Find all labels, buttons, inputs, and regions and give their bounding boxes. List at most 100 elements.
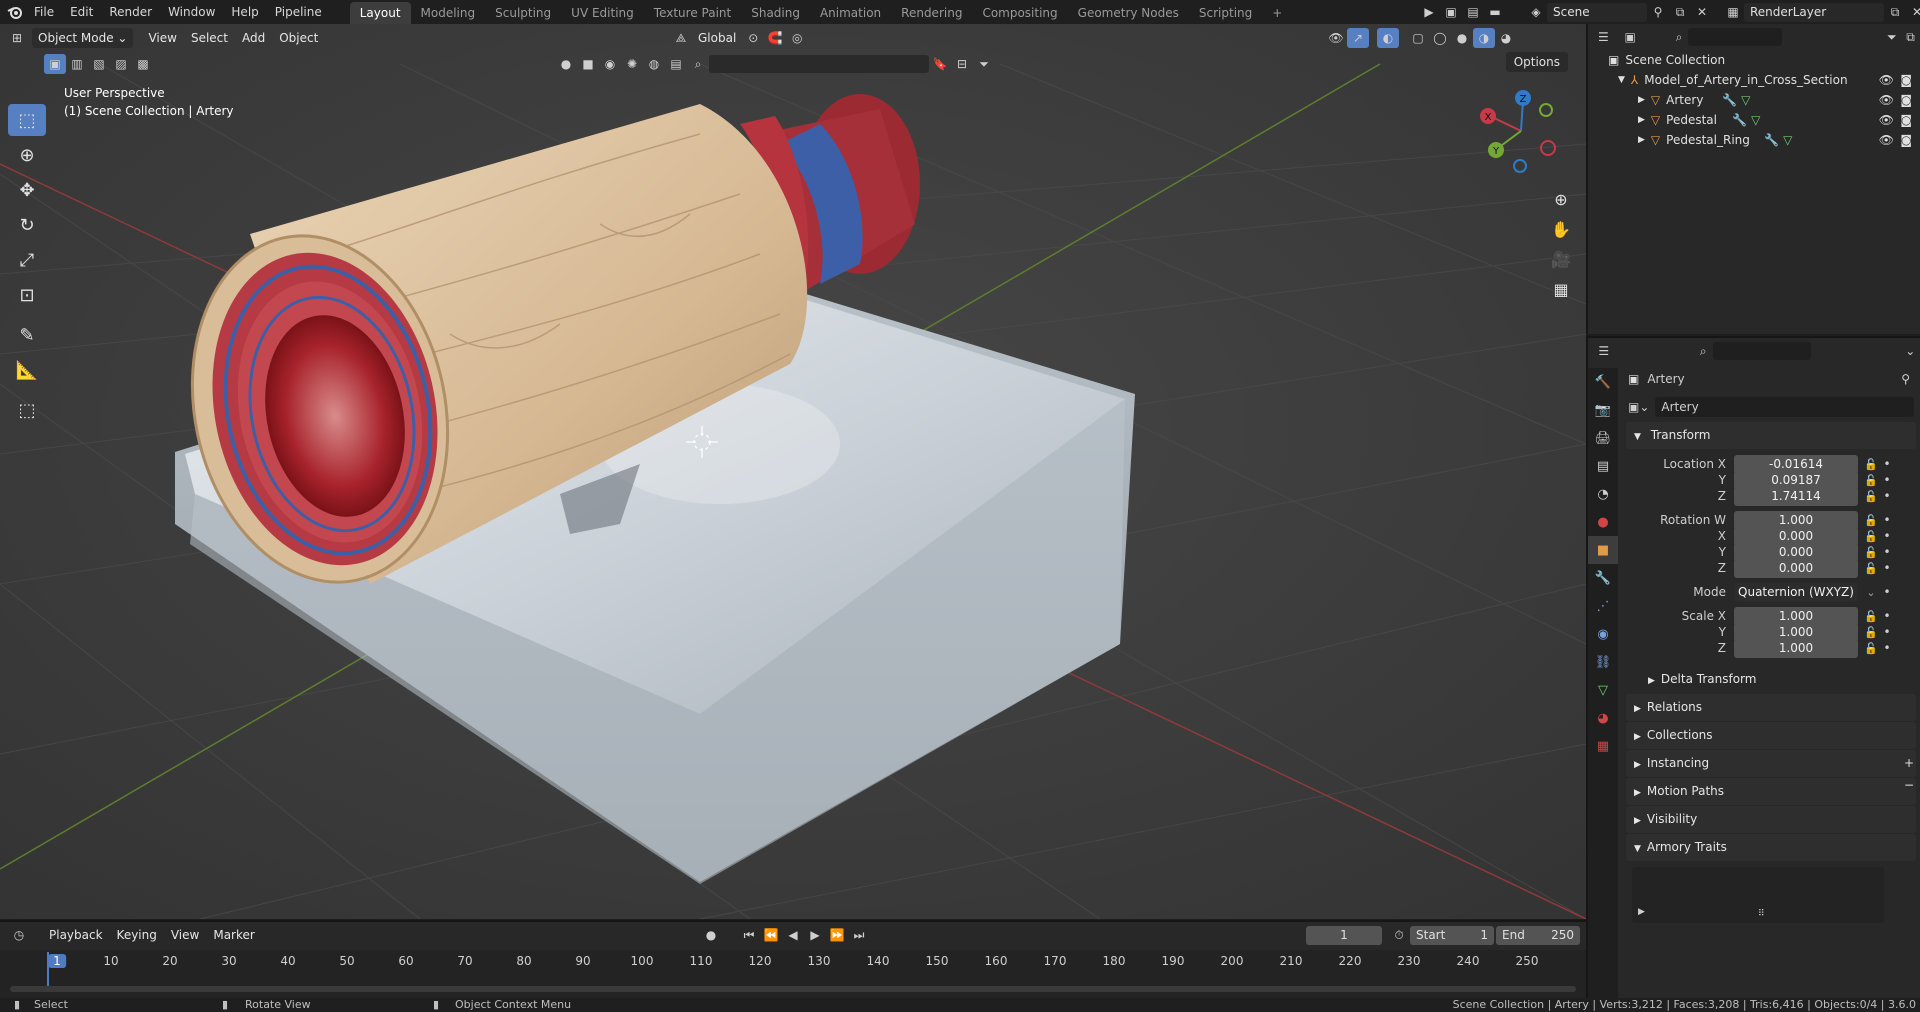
blender-logo-icon[interactable] [4,2,26,22]
pivot-point-icon[interactable]: ⊙ [742,28,764,48]
tab-uv-editing[interactable]: UV Editing [561,2,644,24]
snap-icon[interactable]: 🧲 [764,28,786,48]
world-tab-icon[interactable]: ● [1588,508,1618,536]
pin-icon[interactable]: ⚲ [1647,2,1669,22]
menu-marker[interactable]: Marker [206,925,261,945]
select-mode-extend-icon[interactable]: ▥ [66,54,88,74]
physics-tab-icon[interactable]: ◉ [1588,620,1618,648]
funnel-filter-icon[interactable]: ⏷ [973,54,995,74]
timeline-ruler[interactable]: 1 10 20 30 40 50 60 70 80 90 100 110 120… [0,950,1586,998]
add-workspace-button[interactable]: + [1262,2,1292,24]
shading-wireframe-icon[interactable]: ◯ [1429,28,1451,48]
outliner-scene-collection[interactable]: ▣ Scene Collection [1588,50,1920,70]
menu-edit[interactable]: Edit [62,0,101,24]
chevron-down-icon[interactable]: ▼ [1618,70,1625,90]
filter-light-icon[interactable]: ✺ [621,54,643,74]
object-mode-dropdown[interactable]: Object Mode ⌄ [32,28,134,48]
lock-icon[interactable]: 🔓 [1862,626,1880,639]
tab-rendering[interactable]: Rendering [891,2,972,24]
transform-section-header[interactable]: ▼ Transform [1626,422,1916,449]
tab-sculpting[interactable]: Sculpting [485,2,561,24]
instancing-section-header[interactable]: ▶ Instancing [1626,750,1916,777]
delete-layer-icon[interactable]: ✕ [1906,2,1920,22]
mesh-data-icon[interactable]: ▽ [1741,90,1750,110]
timeline-scrollbar[interactable] [10,986,1576,992]
view-layer-tab-icon[interactable]: ▤ [1588,452,1618,480]
resize-grip-icon[interactable]: ⠿ [1758,909,1765,919]
layer-filter-icon[interactable]: ● [555,54,577,74]
object-type-icon[interactable]: ▣⌄ [1628,400,1649,414]
render-camera-icon[interactable]: ◙ [1900,90,1912,110]
render-layer-selector[interactable]: RenderLayer [1744,2,1884,22]
rotation-z-field[interactable]: 0.000 [1734,558,1858,578]
annotate-tool-icon[interactable]: ✎ [8,319,46,351]
output-tab-icon[interactable]: 🖨 [1588,424,1618,452]
keyframe-dot-icon[interactable]: • [1880,473,1894,487]
armory-traits-list[interactable]: ▶ ⠿ [1632,867,1884,923]
lock-icon[interactable]: 🔓 [1862,474,1880,487]
tab-modeling[interactable]: Modeling [411,2,486,24]
shading-rendered-icon[interactable]: ◕ [1495,28,1517,48]
filter-mesh-icon[interactable]: ■ [577,54,599,74]
render-animation-icon[interactable]: ▤ [1462,2,1484,22]
select-mode-subtract-icon[interactable]: ▧ [88,54,110,74]
keyframe-dot-icon[interactable]: • [1880,609,1894,623]
rotation-mode-dropdown[interactable]: Quaternion (WXYZ) [1734,582,1858,602]
collections-section-header[interactable]: ▶ Collections [1626,722,1916,749]
properties-editor-icon[interactable]: ☰ [1594,341,1614,361]
modifier-wrench-icon[interactable]: 🔧 [1732,110,1747,130]
tab-geometry-nodes[interactable]: Geometry Nodes [1068,2,1189,24]
transform-tool-icon[interactable]: ⊡ [8,279,46,311]
armory-traits-section-header[interactable]: ▼ Armory Traits [1626,834,1916,861]
chevron-right-icon[interactable]: ▶ [1638,130,1645,150]
shading-material-icon[interactable]: ◑ [1473,28,1495,48]
menu-window[interactable]: Window [160,0,223,24]
chevron-right-icon[interactable]: ▶ [1638,907,1645,917]
viewport-search-field[interactable] [709,55,929,73]
timeline-editor-icon[interactable]: ◷ [8,925,30,945]
tab-shading[interactable]: Shading [741,2,810,24]
outliner-filter-icon[interactable]: ⏷ [1882,27,1901,47]
keyframe-dot-icon[interactable]: • [1880,585,1894,599]
outliner-item-artery[interactable]: ▶ ▽ Artery 🔧 ▽ 👁 ◙ [1588,90,1920,110]
delta-transform-subpanel[interactable]: ▶ Delta Transform [1626,666,1916,693]
menu-playback[interactable]: Playback [42,925,110,945]
lock-icon[interactable]: 🔓 [1862,530,1880,543]
search-icon[interactable]: ⌕ [687,54,709,74]
add-cube-tool-icon[interactable]: ⬚ [8,394,46,426]
menu-timeline-view[interactable]: View [164,925,206,945]
outliner-search-field[interactable] [1688,28,1783,46]
mesh-data-icon[interactable]: ▽ [1783,130,1792,150]
modifier-wrench-icon[interactable]: 🔧 [1722,90,1737,110]
add-trait-icon[interactable]: + [1904,756,1914,770]
viewport-scene[interactable] [0,24,1586,919]
jump-end-icon[interactable]: ⏭ [848,925,870,945]
scene-selector[interactable]: Scene [1547,2,1647,22]
new-collection-icon[interactable]: ⧉ [1901,27,1920,47]
lock-icon[interactable]: 🔓 [1862,610,1880,623]
overlay-icon[interactable]: ⊟ [951,54,973,74]
jump-start-icon[interactable]: ⏮ [738,925,760,945]
zoom-icon[interactable]: ⊕ [1548,186,1574,212]
xray-toggle-icon[interactable]: ▢ [1407,28,1429,48]
jump-keyframe-back-icon[interactable]: ⏪ [760,925,782,945]
scale-tool-icon[interactable]: ⤢ [8,244,46,276]
rotate-tool-icon[interactable]: ↻ [8,209,46,241]
particles-tab-icon[interactable]: ⋰ [1588,592,1618,620]
keyframe-dot-icon[interactable]: • [1880,529,1894,543]
lock-icon[interactable]: 🔓 [1862,490,1880,503]
visibility-toggle-icon[interactable]: 👁 [1325,28,1347,48]
play-reverse-icon[interactable]: ◀ [782,925,804,945]
jump-keyframe-forward-icon[interactable]: ⏩ [826,925,848,945]
tab-compositing[interactable]: Compositing [972,2,1067,24]
delete-scene-icon[interactable]: ✕ [1691,2,1713,22]
lock-icon[interactable]: 🔓 [1862,562,1880,575]
menu-file[interactable]: File [26,0,62,24]
menu-view[interactable]: View [141,28,183,48]
lock-icon[interactable]: 🔓 [1862,514,1880,527]
new-scene-icon[interactable]: ⧉ [1669,2,1691,22]
shading-solid-icon[interactable]: ● [1451,28,1473,48]
texture-tab-icon[interactable]: ▦ [1588,732,1618,760]
location-z-field[interactable]: 1.74114 [1734,486,1858,506]
keyframe-dot-icon[interactable]: • [1880,641,1894,655]
